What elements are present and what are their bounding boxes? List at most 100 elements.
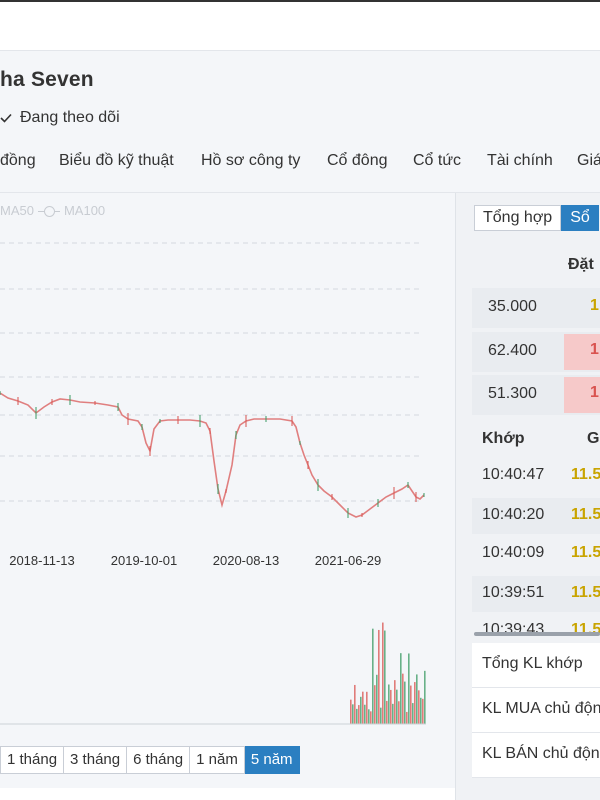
volume-bar xyxy=(420,697,422,724)
range-selector: 1 tháng 3 tháng 6 tháng 1 năm 5 năm xyxy=(0,746,300,774)
x-axis-date-label: 2021-06-29 xyxy=(315,553,382,568)
volume-bar xyxy=(358,705,360,724)
follow-button[interactable]: Đang theo dõi xyxy=(0,109,120,127)
volume-bar xyxy=(374,685,376,724)
volume-bar xyxy=(418,690,420,724)
order-price: 51.300 xyxy=(488,385,537,402)
volume-bar xyxy=(390,689,392,724)
volume-bar xyxy=(396,689,398,724)
legend-ma50: MA50 xyxy=(0,203,34,218)
bottom-strip xyxy=(0,788,455,800)
trade-time: 10:40:47 xyxy=(482,466,545,483)
summary-label: KL MUA chủ độn xyxy=(482,700,600,717)
order-price: 62.400 xyxy=(488,342,537,359)
volume-bar xyxy=(378,629,380,724)
volume-bar xyxy=(366,691,368,724)
trades-scrollbar[interactable] xyxy=(474,632,600,636)
order-row: 35.000 1 xyxy=(472,288,600,328)
volume-bar xyxy=(424,670,426,724)
volume-bar xyxy=(364,704,366,724)
trade-row: 10:40:09 11.5 xyxy=(472,536,600,572)
volume-bar xyxy=(412,703,414,724)
tab-price[interactable]: Giá xyxy=(577,152,600,170)
range-6-months[interactable]: 6 tháng xyxy=(127,746,191,774)
volume-bar xyxy=(400,653,402,724)
x-axis-date-label: 2018-11-13 xyxy=(9,553,75,568)
tab-financials[interactable]: Tài chính xyxy=(487,152,553,170)
trade-time: 10:40:20 xyxy=(482,506,545,523)
summary-label: KL BÁN chủ độn xyxy=(482,745,600,762)
tab-order-book[interactable]: Sổ xyxy=(561,205,599,231)
x-axis-date-label: 2020-08-13 xyxy=(213,553,280,568)
order-value: 1 xyxy=(590,384,599,401)
volume-bar xyxy=(372,628,374,724)
legend-ma100: MA100 xyxy=(63,203,106,218)
order-row: 51.300 1 xyxy=(472,375,600,415)
tab-summary[interactable]: Tổng hợp xyxy=(474,205,562,231)
trade-time: 10:39:51 xyxy=(482,584,545,601)
volume-bar xyxy=(370,711,372,724)
order-row: 62.400 1 xyxy=(472,332,600,372)
order-value: 1 xyxy=(590,341,599,358)
trade-row: 10:39:51 11.5 xyxy=(472,576,600,612)
volume-bar xyxy=(410,685,412,724)
tab-company-profile[interactable]: Hồ sơ công ty xyxy=(201,152,300,170)
order-book-tabs: Tổng hợp Sổ xyxy=(474,205,599,231)
volume-bar xyxy=(354,684,356,724)
volume-bar xyxy=(352,704,354,724)
trades-header: Khớp xyxy=(482,430,525,447)
volume-bar xyxy=(406,711,408,724)
volume-bar xyxy=(380,707,382,724)
volume-bar xyxy=(368,709,370,724)
top-border xyxy=(0,0,600,2)
top-bar xyxy=(0,0,600,50)
volume-bar xyxy=(360,696,362,724)
volume-bar xyxy=(394,680,396,724)
volume-bar xyxy=(386,700,388,724)
trade-row: 10:40:20 11.5 xyxy=(472,498,600,534)
check-icon xyxy=(0,113,12,123)
chart-legend: MA50 MA100 xyxy=(0,203,105,218)
tab-dividends[interactable]: Cổ tức xyxy=(413,152,461,170)
follow-label: Đang theo dõi xyxy=(20,109,120,126)
tab-co-dong-partial[interactable]: đồng xyxy=(0,152,36,170)
volume-bar xyxy=(350,699,352,724)
trade-row: 10:39:43 11.5 xyxy=(472,613,600,633)
trade-row: 10:40:47 11.5 xyxy=(472,458,600,494)
volume-bar xyxy=(414,682,416,724)
volume-bar xyxy=(416,674,418,724)
volume-bar xyxy=(422,698,424,724)
order-price: 35.000 xyxy=(488,298,537,315)
price-line xyxy=(0,392,425,518)
volume-bar xyxy=(384,630,386,724)
volume-bar xyxy=(376,674,378,724)
trade-time: 10:40:09 xyxy=(482,544,545,561)
summary-row: KL BÁN chủ độn xyxy=(472,733,600,778)
volume-bar xyxy=(408,653,410,724)
x-axis-date-label: 2019-10-01 xyxy=(111,553,178,568)
volume-bar xyxy=(382,622,384,724)
stock-header: ha Seven Đang theo dõi đồng Biểu đồ kỹ t… xyxy=(0,50,600,193)
range-1-year[interactable]: 1 năm xyxy=(190,746,245,774)
price-chart[interactable]: 2018-11-13 2019-10-01 2020-08-13 2021-06-29 xyxy=(0,193,455,743)
trade-price: 11.5 xyxy=(571,466,600,483)
range-1-month[interactable]: 1 tháng xyxy=(0,746,65,774)
volume-bar xyxy=(356,708,358,724)
tab-shareholders[interactable]: Cổ đông xyxy=(327,152,388,170)
trade-price: 11.5 xyxy=(571,584,600,601)
volume-bar xyxy=(398,701,400,724)
summary-row: Tổng KL khớp xyxy=(472,643,600,688)
trades-header-price: G xyxy=(587,430,600,447)
company-name: ha Seven xyxy=(0,68,94,91)
trade-price: 11.5 xyxy=(571,544,600,561)
volume-bar xyxy=(388,684,390,724)
volume-bar xyxy=(392,703,394,724)
summary-row: KL MUA chủ độn xyxy=(472,688,600,733)
trade-price: 11.5 xyxy=(571,506,600,523)
order-value: 1 xyxy=(590,297,599,314)
range-5-years[interactable]: 5 năm xyxy=(244,746,300,774)
volume-bar xyxy=(402,673,404,724)
order-column-header: Đặt xyxy=(568,256,594,273)
range-3-months[interactable]: 3 tháng xyxy=(64,746,128,774)
tab-technical-chart[interactable]: Biểu đồ kỹ thuật xyxy=(59,152,174,170)
